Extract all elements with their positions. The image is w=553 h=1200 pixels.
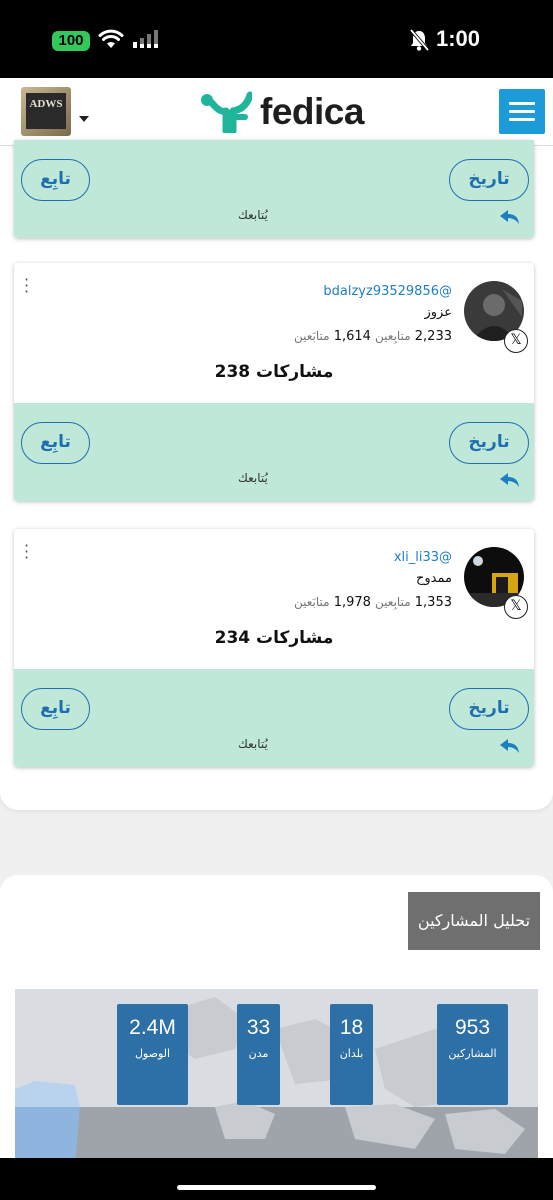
history-button[interactable]: تاريخ [449, 159, 529, 201]
following-count: 1,614 [333, 329, 371, 344]
card-actions: تابِع تاريخ يُتابعك [14, 669, 534, 767]
analysis-title: تحليل المشاركين [408, 892, 540, 950]
user-name: ممدوح [416, 571, 452, 586]
user-handle[interactable]: xli_li33@ [394, 550, 452, 565]
follower-card: · · · bdalzyz93529856@ عزوز 2,233 متابِعين… [14, 263, 534, 501]
follows-you-label: يُتابعك [238, 208, 268, 222]
following-label: متابَعين [293, 329, 330, 343]
posts-count: 234 مشاركات [214, 628, 334, 648]
follower-stats: 1,353 متابِعين 1,978 متابَعين [294, 595, 452, 610]
stat-countries: 18 بلدان [330, 1004, 373, 1105]
stat-value: 953 [454, 1016, 491, 1039]
fedica-logo-icon [201, 91, 252, 133]
followers-count: 2,233 [414, 329, 452, 344]
wifi-icon [98, 29, 124, 48]
follower-card: · · · xli_li33@ ممدوح 1,353 متابِعين 1,978… [14, 529, 534, 767]
participants-analysis-panel: تحليل المشاركين 953 المشاركين 18 بلدان 3… [0, 875, 553, 1165]
reply-icon[interactable] [499, 472, 521, 488]
hamburger-menu-button[interactable] [499, 89, 545, 134]
x-icon: 𝕏 [504, 595, 528, 619]
followers-count: 1,353 [414, 595, 452, 610]
follower-card: تابِع تاريخ يُتابعك [14, 140, 534, 238]
follow-button[interactable]: تابِع [21, 422, 90, 464]
more-options-icon[interactable]: · · · [24, 538, 30, 566]
clock: 1:00 [436, 26, 481, 51]
menu-icon [509, 102, 535, 105]
followers-list-panel: تابِع تاريخ يُتابعك · · · bdalzyz93529856@… [0, 140, 553, 810]
x-icon: 𝕏 [504, 329, 528, 353]
home-indicator-bar [0, 1158, 553, 1200]
stat-label: بلدان [339, 1047, 364, 1060]
stat-reach: 2.4M الوصول [117, 1004, 188, 1105]
stat-participants: 953 المشاركين [437, 1004, 508, 1105]
posts-count: 238 مشاركات [214, 362, 334, 382]
card-actions: تابِع تاريخ يُتابعك [14, 403, 534, 501]
account-logo: ADWS [26, 93, 66, 129]
fedica-logo[interactable]: fedica [200, 90, 364, 134]
stat-value: 2.4M [129, 1016, 176, 1039]
card-profile: · · · bdalzyz93529856@ عزوز 2,233 متابِعين… [14, 263, 534, 403]
card-profile: · · · xli_li33@ ممدوح 1,353 متابِعين 1,978… [14, 529, 534, 669]
bell-slash-icon [409, 28, 430, 52]
more-options-icon[interactable]: · · · [24, 272, 30, 300]
followers-label: متابِعين [375, 595, 411, 609]
follows-you-label: يُتابعك [238, 737, 268, 751]
signal-icon [133, 30, 158, 48]
card-actions: تابِع تاريخ يُتابعك [14, 140, 534, 238]
history-button[interactable]: تاريخ [449, 688, 529, 730]
followers-label: متابِعين [375, 329, 411, 343]
brand-name: fedica [260, 91, 364, 132]
battery-indicator: 100 [52, 31, 90, 51]
stat-value: 33 [246, 1016, 271, 1039]
follow-button[interactable]: تابِع [21, 688, 90, 730]
user-handle[interactable]: bdalzyz93529856@ [323, 284, 452, 299]
stat-value: 18 [339, 1016, 364, 1039]
stat-label: المشاركين [448, 1047, 497, 1060]
account-dropdown-caret-icon[interactable] [79, 116, 89, 122]
stat-cities: 33 مدن [237, 1004, 280, 1105]
user-name: عزوز [424, 305, 453, 320]
follow-button[interactable]: تابِع [21, 159, 90, 201]
follows-you-label: يُتابعك [238, 471, 268, 485]
history-button[interactable]: تاريخ [449, 422, 529, 464]
menu-icon-bar [509, 110, 535, 113]
menu-icon-bar [509, 118, 535, 121]
account-avatar[interactable]: ADWS [21, 87, 71, 136]
reply-icon[interactable] [499, 209, 521, 225]
status-bar: 100 1:00 [0, 0, 553, 78]
reply-icon[interactable] [499, 738, 521, 754]
follower-stats: 2,233 متابِعين 1,614 متابَعين [294, 329, 452, 344]
stat-label: مدن [248, 1047, 269, 1060]
home-indicator[interactable] [177, 1185, 376, 1190]
stat-label: الوصول [134, 1047, 171, 1060]
following-count: 1,978 [333, 595, 371, 610]
following-label: متابَعين [293, 595, 330, 609]
app-header: ADWS fedica [0, 78, 553, 146]
